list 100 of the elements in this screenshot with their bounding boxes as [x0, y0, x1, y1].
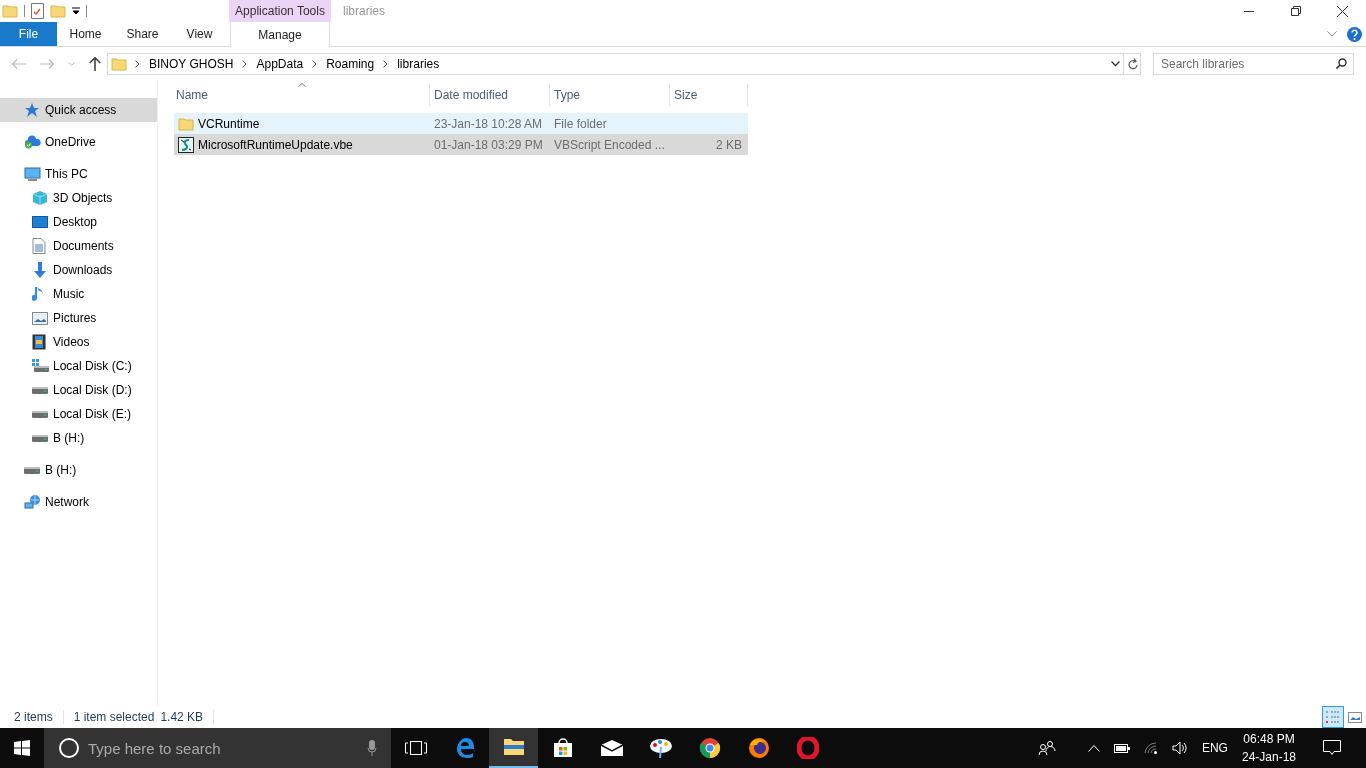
breadcrumb[interactable]: BINOY GHOSH — [148, 56, 235, 71]
sidebar-item[interactable]: Network — [0, 490, 157, 514]
close-icon — [1337, 5, 1348, 17]
column-header[interactable]: Name — [174, 84, 430, 106]
sidebar-item[interactable]: Videos — [0, 330, 157, 354]
ribbon-tab[interactable]: Share — [114, 22, 171, 46]
chevron-icon — [242, 59, 248, 68]
sidebar-item[interactable]: B (H:) — [0, 458, 157, 482]
document-icon — [32, 238, 46, 254]
search-field[interactable]: Search libraries — [1153, 52, 1354, 75]
date-modified: 23-Jan-18 10:28 AM — [434, 116, 543, 131]
search-circle-icon — [58, 737, 80, 759]
drive-icon — [32, 386, 48, 394]
new-folder-icon — [50, 4, 66, 18]
ribbon-tab[interactable]: View — [171, 22, 228, 46]
wifi-icon[interactable] — [1143, 742, 1158, 754]
drive-icon — [24, 466, 40, 474]
picture-icon — [32, 311, 48, 325]
star-icon — [24, 102, 40, 118]
drive-icon — [32, 410, 48, 418]
clock[interactable]: 06:48 PM 24-Jan-18 — [1241, 730, 1296, 766]
column-header[interactable]: Size — [670, 84, 748, 106]
breadcrumb[interactable]: AppData — [255, 56, 305, 71]
selection-size: 1.42 KB — [160, 710, 204, 724]
sidebar-item[interactable]: B (H:) — [0, 426, 157, 450]
restore-icon — [1290, 6, 1301, 16]
taskbar-app[interactable] — [489, 728, 538, 768]
file-row[interactable]: MicrosoftRuntimeUpdate.vbe 01-Jan-18 03:29 PM VBScript Encoded ... 2 KB — [174, 134, 748, 155]
windows-logo-icon — [14, 740, 30, 756]
envelope-icon — [599, 739, 624, 757]
chevron-icon — [312, 59, 318, 68]
system-drive-icon — [32, 359, 50, 373]
file-name: MicrosoftRuntimeUpdate.vbe — [198, 137, 353, 152]
window-title: libraries — [342, 4, 386, 18]
folder-icon — [178, 116, 194, 131]
chevron-up-icon[interactable] — [1087, 744, 1100, 752]
fox-globe-icon — [747, 737, 770, 759]
selection-count: 1 item selected — [73, 710, 155, 724]
ribbon-tab[interactable]: Manage — [230, 22, 330, 47]
dropdown-icon[interactable] — [1110, 60, 1120, 67]
view-toggle[interactable] — [1322, 706, 1344, 728]
notification-icon[interactable] — [1323, 740, 1341, 756]
down-arrow-icon — [32, 262, 48, 278]
minimize-icon — [1243, 10, 1254, 12]
sidebar-item[interactable]: Pictures — [0, 306, 157, 330]
sidebar-item[interactable]: This PC — [0, 162, 157, 186]
details-view-icon — [1325, 710, 1341, 724]
item-count: 2 items — [14, 710, 53, 724]
speaker-icon[interactable] — [1171, 741, 1188, 755]
cloud-icon — [24, 135, 41, 149]
cube-icon — [32, 190, 48, 206]
ribbon-tab[interactable]: Home — [57, 22, 114, 46]
column-header[interactable]: Date modified — [430, 84, 550, 106]
folder-icon — [2, 4, 18, 18]
sidebar-item[interactable]: Local Disk (C:) — [0, 354, 157, 378]
film-icon — [32, 334, 46, 350]
file-name: VCRuntime — [198, 116, 260, 131]
desktop-icon — [32, 215, 48, 229]
date-modified: 01-Jan-18 03:29 PM — [434, 137, 543, 152]
folder-icon — [502, 738, 525, 756]
people-icon[interactable] — [1037, 740, 1056, 756]
palette-icon — [648, 737, 673, 759]
sidebar-item[interactable]: Documents — [0, 234, 157, 258]
chevron-icon — [135, 59, 140, 68]
sidebar-item[interactable]: Downloads — [0, 258, 157, 282]
chevron-icon — [383, 59, 389, 68]
battery-icon[interactable] — [1113, 743, 1130, 753]
microphone-icon[interactable] — [367, 740, 377, 756]
up-arrow-icon[interactable] — [89, 56, 101, 71]
help-icon[interactable] — [1347, 26, 1362, 42]
file-type: File folder — [554, 116, 607, 131]
expand-ribbon-icon[interactable] — [1327, 31, 1337, 37]
breadcrumb[interactable]: libraries — [396, 56, 441, 71]
sidebar-item[interactable]: Local Disk (E:) — [0, 402, 157, 426]
ribbon-tab[interactable]: File — [0, 22, 57, 46]
computer-icon — [24, 166, 41, 182]
sidebar-item[interactable]: Music — [0, 282, 157, 306]
folder-icon — [111, 56, 127, 71]
column-header[interactable]: Type — [550, 84, 670, 106]
search-icon — [1336, 58, 1347, 69]
properties-icon[interactable] — [31, 3, 44, 19]
file-size: 2 KB — [716, 137, 742, 152]
refresh-button[interactable] — [1124, 52, 1141, 75]
sidebar-item[interactable]: OneDrive — [0, 130, 157, 154]
ring-o-icon — [796, 737, 819, 759]
sidebar-item[interactable]: Quick access — [0, 98, 157, 122]
sidebar-item[interactable]: Local Disk (D:) — [0, 378, 157, 402]
file-type: VBScript Encoded ... — [554, 137, 665, 152]
sidebar-item[interactable]: Desktop — [0, 210, 157, 234]
drive-icon — [32, 434, 48, 442]
music-note-icon — [32, 286, 44, 302]
network-icon — [24, 494, 41, 510]
address-bar[interactable]: BINOY GHOSH AppData Roaming libraries — [107, 52, 1124, 75]
taskbar-search-field[interactable]: Type here to search — [44, 728, 391, 768]
sidebar-item[interactable]: 3D Objects — [0, 186, 157, 210]
breadcrumb[interactable]: Roaming — [325, 56, 376, 71]
file-row[interactable]: VCRuntime 23-Jan-18 10:28 AM File folder — [174, 113, 748, 134]
language-indicator[interactable]: ENG — [1201, 741, 1228, 755]
customize-toolbar-icon[interactable] — [72, 7, 80, 15]
refresh-icon — [1126, 57, 1138, 70]
